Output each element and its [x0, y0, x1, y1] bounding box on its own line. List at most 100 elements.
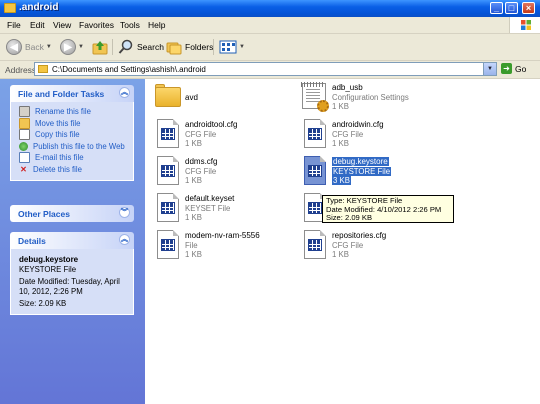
address-input[interactable]: C:\Documents and Settings\ashish\.androi… — [34, 62, 497, 76]
menu-favorites[interactable]: Favorites — [79, 20, 114, 30]
folder-up-icon — [92, 41, 108, 55]
folder-icon — [153, 81, 181, 113]
folder-icon — [38, 65, 48, 73]
chevron-down-icon: ▼ — [45, 44, 52, 50]
panel-header[interactable]: Other Places ︾ — [10, 205, 134, 222]
file-item-debug-keystore[interactable]: debug.keystore KEYSTORE File 3 KB — [296, 155, 446, 189]
minimize-button[interactable]: _ — [490, 2, 503, 14]
maximize-button[interactable]: □ — [505, 2, 518, 14]
chevron-down-icon: ▼ — [78, 44, 84, 50]
title-bar[interactable]: .android _ □ × — [0, 0, 540, 17]
file-icon — [300, 229, 326, 261]
file-item-avd[interactable]: avd — [149, 81, 299, 115]
back-arrow-icon: ◀ — [6, 39, 22, 55]
file-name: androidtool.cfg — [185, 120, 238, 129]
file-size: 1 KB — [185, 213, 202, 222]
window-title: .android — [19, 2, 59, 13]
file-name: debug.keystore — [332, 157, 389, 166]
folders-button[interactable]: Folders — [166, 37, 213, 57]
panel-header[interactable]: File and Folder Tasks ︽ — [10, 85, 134, 102]
search-label: Search — [137, 42, 164, 52]
other-places-panel: Other Places ︾ — [10, 205, 134, 222]
collapse-icon[interactable]: ︽ — [119, 234, 130, 245]
file-type: KEYSTORE File — [332, 167, 392, 176]
details-file-type: KEYSTORE File — [19, 265, 77, 274]
file-info-tooltip: Type: KEYSTORE File Date Modified: 4/10/… — [322, 195, 454, 223]
publish-icon — [19, 141, 28, 151]
task-rename[interactable]: Rename this file — [19, 106, 127, 118]
file-item-ddms-cfg[interactable]: ddms.cfg CFG File 1 KB — [149, 155, 299, 189]
back-button[interactable]: ◀ Back ▼ — [6, 37, 52, 57]
panel-header[interactable]: Details ︽ — [10, 232, 134, 249]
go-button[interactable]: ➜ Go — [501, 63, 526, 74]
task-publish[interactable]: Publish this file to the Web — [19, 141, 127, 153]
task-email[interactable]: E-mail this file — [19, 152, 127, 164]
task-label: Move this file — [35, 118, 81, 128]
file-icon — [153, 155, 179, 187]
file-name: modem-nv-ram-5556 — [185, 231, 260, 240]
file-size: 1 KB — [332, 139, 349, 148]
go-arrow-icon: ➜ — [501, 63, 512, 74]
panel-body: Rename this file Move this file Copy thi… — [10, 102, 134, 181]
address-path: C:\Documents and Settings\ashish\.androi… — [52, 65, 206, 74]
details-panel: Details ︽ debug.keystore KEYSTORE File D… — [10, 232, 134, 315]
menu-file[interactable]: File — [7, 20, 21, 30]
file-item-default-keyset[interactable]: default.keyset KEYSET File 1 KB — [149, 192, 299, 226]
menu-help[interactable]: Help — [148, 20, 165, 30]
menu-view[interactable]: View — [53, 20, 71, 30]
forward-arrow-icon: ▶ — [60, 39, 76, 55]
panel-title: Details — [18, 236, 46, 246]
views-button[interactable]: ▼ — [219, 37, 245, 57]
details-file-name: debug.keystore — [19, 255, 79, 264]
menu-bar: File Edit View Favorites Tools Help — [0, 17, 540, 34]
task-delete[interactable]: ✕ Delete this file — [19, 164, 127, 176]
details-size: Size: 2.09 KB — [19, 299, 67, 308]
address-dropdown-button[interactable]: ▼ — [483, 63, 496, 75]
menu-tools[interactable]: Tools — [120, 20, 140, 30]
search-button[interactable]: Search — [118, 37, 164, 57]
task-copy[interactable]: Copy this file — [19, 129, 127, 141]
explorer-window: .android _ □ × File Edit View Favorites … — [0, 0, 540, 404]
details-modified-line-2: 10, 2012, 2:26 PM — [19, 287, 83, 296]
expand-icon[interactable]: ︾ — [119, 207, 130, 218]
delete-icon: ✕ — [20, 164, 27, 174]
task-label: Rename this file — [35, 107, 91, 117]
menu-edit[interactable]: Edit — [30, 20, 45, 30]
move-icon — [19, 117, 30, 129]
address-bar: Address C:\Documents and Settings\ashish… — [0, 61, 540, 79]
details-modified-line-1: Date Modified: Tuesday, April — [19, 277, 120, 286]
file-item-adb-usb[interactable]: adb_usb Configuration Settings 1 KB — [296, 81, 446, 115]
task-move[interactable]: Move this file — [19, 117, 127, 130]
go-label: Go — [515, 63, 527, 74]
file-list[interactable]: avd adb_usb Configuration Settings 1 KB … — [145, 79, 540, 404]
up-button[interactable] — [92, 37, 108, 57]
folders-icon — [166, 42, 182, 55]
file-type: CFG File — [185, 130, 217, 139]
forward-button[interactable]: ▶ ▼ — [60, 37, 84, 57]
file-name: adb_usb — [332, 83, 363, 92]
file-type: CFG File — [332, 241, 364, 250]
file-icon — [153, 229, 179, 261]
file-type: CFG File — [332, 130, 364, 139]
email-icon — [19, 152, 30, 164]
config-icon — [300, 81, 329, 113]
close-button[interactable]: × — [522, 2, 535, 14]
windows-logo — [509, 17, 540, 33]
file-name: default.keyset — [185, 194, 235, 203]
file-type: CFG File — [185, 167, 217, 176]
address-label: Address — [5, 65, 37, 75]
rename-icon — [19, 106, 30, 118]
folder-icon — [4, 3, 16, 13]
file-size: 1 KB — [185, 139, 202, 148]
file-item-androidwin-cfg[interactable]: androidwin.cfg CFG File 1 KB — [296, 118, 446, 152]
file-item-androidtool-cfg[interactable]: androidtool.cfg CFG File 1 KB — [149, 118, 299, 152]
file-item-repositories-cfg[interactable]: repositories.cfg CFG File 1 KB — [296, 229, 446, 263]
collapse-icon[interactable]: ︽ — [119, 87, 130, 98]
file-size: 1 KB — [332, 250, 349, 259]
file-name: androidwin.cfg — [332, 120, 384, 129]
task-label: E-mail this file — [35, 153, 84, 163]
toolbar-separator — [112, 39, 113, 55]
file-item-modem-nv-ram[interactable]: modem-nv-ram-5556 File 1 KB — [149, 229, 299, 263]
copy-icon — [19, 129, 30, 141]
panel-title: Other Places — [18, 209, 70, 219]
